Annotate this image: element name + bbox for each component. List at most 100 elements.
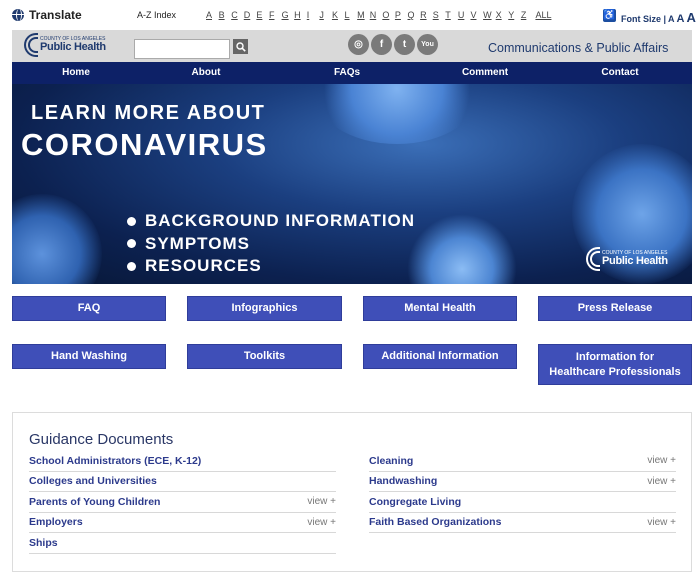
guidance-link[interactable]: Faith Based Organizations	[369, 516, 501, 528]
toolkits-button[interactable]: Toolkits	[187, 344, 342, 369]
hero-heading-line1: LEARN MORE ABOUT	[31, 102, 266, 124]
view-more-toggle[interactable]: view +	[647, 476, 676, 487]
az-letter-link[interactable]: B	[219, 10, 232, 20]
az-letter-link[interactable]: X	[496, 10, 509, 20]
nav-about[interactable]: About	[140, 62, 272, 84]
hand-washing-button[interactable]: Hand Washing	[12, 344, 166, 369]
instagram-icon[interactable]: ◎	[348, 34, 369, 55]
az-all-link[interactable]: ALL	[535, 10, 551, 20]
font-size-label: Font Size |	[621, 14, 667, 24]
view-more-toggle[interactable]: view +	[647, 517, 676, 528]
az-letter-link[interactable]: R	[420, 10, 433, 20]
guidance-link[interactable]: Congregate Living	[369, 496, 461, 508]
guidance-row[interactable]: Congregate Living	[369, 492, 676, 513]
bullet-icon	[127, 216, 136, 226]
guidance-link[interactable]: Cleaning	[369, 455, 413, 467]
az-letter-link[interactable]: J	[319, 10, 332, 20]
az-letter-link[interactable]: Z	[521, 10, 534, 20]
main-nav: Home About FAQs Comment Contact	[12, 62, 692, 84]
youtube-icon[interactable]: You	[417, 34, 438, 55]
site-header: COUNTY OF LOS ANGELES Public Health ◎ f …	[12, 30, 692, 62]
az-letter-link[interactable]: W	[483, 10, 496, 20]
healthcare-professionals-button[interactable]: Information for Healthcare Professionals	[538, 344, 692, 385]
az-letter-link[interactable]: A	[206, 10, 219, 20]
public-health-logo[interactable]: COUNTY OF LOS ANGELES Public Health	[24, 33, 106, 57]
az-index-letters: A B C D E F G H I J K L M N O P Q R S T U V W X Y Z ALL	[206, 10, 551, 20]
az-letter-link[interactable]: S	[433, 10, 446, 20]
guidance-link[interactable]: Handwashing	[369, 475, 437, 487]
mental-health-button[interactable]: Mental Health	[363, 296, 517, 321]
guidance-right-column: Cleaning view + Handwashing view + Congregat…	[369, 451, 676, 533]
guidance-title: Guidance Documents	[29, 431, 174, 448]
hero-bullet-item: BACKGROUND INFORMATION	[127, 210, 415, 233]
search-input[interactable]	[134, 39, 230, 59]
hero-bullet-item: SYMPTOMS	[127, 233, 415, 256]
nav-comment[interactable]: Comment	[422, 62, 548, 84]
az-letter-link[interactable]: T	[445, 10, 458, 20]
search-icon	[235, 41, 246, 52]
bullet-icon	[127, 239, 136, 249]
font-size-medium-button[interactable]: A	[677, 13, 685, 25]
translate-link[interactable]: Translate	[12, 8, 82, 22]
az-letter-link[interactable]: E	[256, 10, 269, 20]
guidance-row[interactable]: Cleaning view +	[369, 451, 676, 472]
az-letter-link[interactable]: F	[269, 10, 282, 20]
az-letter-link[interactable]: D	[244, 10, 257, 20]
az-letter-link[interactable]: V	[470, 10, 483, 20]
guidance-link[interactable]: Employers	[29, 516, 83, 528]
additional-information-button[interactable]: Additional Information	[363, 344, 517, 369]
guidance-row[interactable]: Handwashing view +	[369, 472, 676, 492]
az-letter-link[interactable]: I	[307, 10, 320, 20]
az-letter-link[interactable]: C	[231, 10, 244, 20]
logo-mark-icon	[586, 247, 600, 271]
logo-mark-icon	[24, 33, 38, 57]
font-size-large-button[interactable]: A	[686, 10, 695, 25]
az-letter-link[interactable]: O	[382, 10, 395, 20]
guidance-link[interactable]: School Administrators (ECE, K-12)	[29, 455, 201, 467]
twitter-icon[interactable]: t	[394, 34, 415, 55]
guidance-left-column: School Administrators (ECE, K-12) College…	[29, 451, 336, 554]
guidance-row[interactable]: Ships	[29, 533, 336, 554]
facebook-icon[interactable]: f	[371, 34, 392, 55]
infographics-button[interactable]: Infographics	[187, 296, 342, 321]
az-letter-link[interactable]: M	[357, 10, 370, 20]
guidance-link[interactable]: Ships	[29, 537, 58, 549]
hero-bullet-item: RESOURCES	[127, 255, 415, 278]
az-letter-link[interactable]: L	[345, 10, 358, 20]
guidance-row[interactable]: Parents of Young Children view +	[29, 492, 336, 513]
virus-illustration	[12, 194, 102, 284]
guidance-row[interactable]: School Administrators (ECE, K-12)	[29, 451, 336, 472]
view-more-toggle[interactable]: view +	[307, 517, 336, 528]
guidance-link[interactable]: Colleges and Universities	[29, 475, 157, 487]
az-letter-link[interactable]: Y	[508, 10, 521, 20]
hero-public-health-logo: COUNTY OF LOS ANGELES Public Health	[586, 247, 668, 271]
font-size-small-button[interactable]: A	[668, 14, 675, 24]
guidance-row[interactable]: Faith Based Organizations view +	[369, 513, 676, 533]
nav-home[interactable]: Home	[12, 62, 140, 84]
az-letter-link[interactable]: U	[458, 10, 471, 20]
guidance-row[interactable]: Employers view +	[29, 513, 336, 533]
view-more-toggle[interactable]: view +	[307, 496, 336, 507]
az-letter-link[interactable]: K	[332, 10, 345, 20]
nav-contact[interactable]: Contact	[548, 62, 692, 84]
guidance-documents-panel: Guidance Documents School Administrators…	[12, 412, 692, 572]
az-letter-link[interactable]: Q	[408, 10, 421, 20]
view-more-toggle[interactable]: view +	[647, 455, 676, 466]
press-release-button[interactable]: Press Release	[538, 296, 692, 321]
bullet-icon	[127, 261, 136, 271]
az-letter-link[interactable]: N	[370, 10, 383, 20]
globe-icon	[12, 9, 24, 21]
faq-button[interactable]: FAQ	[12, 296, 166, 321]
nav-faqs[interactable]: FAQs	[272, 62, 422, 84]
az-letter-link[interactable]: H	[294, 10, 307, 20]
hero-heading-line2: CORONAVIRUS	[21, 127, 268, 162]
az-letter-link[interactable]: P	[395, 10, 408, 20]
guidance-row[interactable]: Colleges and Universities	[29, 472, 336, 492]
coronavirus-hero-banner[interactable]: LEARN MORE ABOUT CORONAVIRUS BACKGROUND …	[12, 84, 692, 284]
hero-bullet-list: BACKGROUND INFORMATION SYMPTOMS RESOURCE…	[127, 210, 415, 278]
guidance-link[interactable]: Parents of Young Children	[29, 496, 160, 508]
social-links: ◎ f t You	[348, 34, 438, 55]
search-button[interactable]	[233, 39, 248, 54]
az-letter-link[interactable]: G	[282, 10, 295, 20]
accessibility-icon[interactable]: ♿	[603, 9, 616, 22]
